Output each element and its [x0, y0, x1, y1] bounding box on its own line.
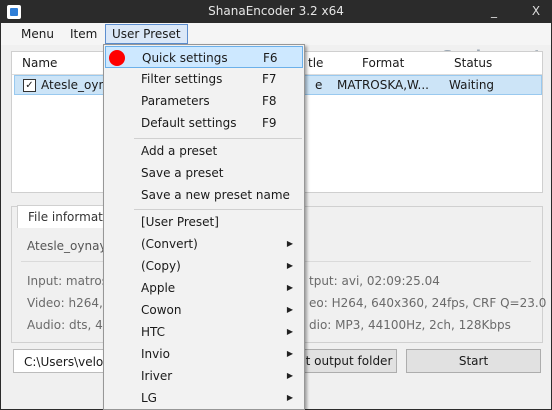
row-status: Waiting [449, 78, 495, 92]
close-button[interactable]: X [527, 3, 545, 19]
menu-convert[interactable]: (Convert) ▶ [105, 233, 303, 255]
menu-lg[interactable]: LG ▶ [105, 387, 303, 409]
menu-lg-label: LG [141, 391, 157, 405]
menu-separator [134, 138, 302, 139]
row-title: e [315, 78, 323, 92]
menu-apple-label: Apple [141, 281, 176, 295]
menu-filter-settings-label: Filter settings [141, 72, 223, 86]
menu-quick-settings[interactable]: Quick settings F6 [105, 46, 303, 68]
menu-default-settings[interactable]: Default settings F9 [105, 112, 303, 134]
submenu-arrow-icon: ▶ [286, 283, 293, 292]
menu-htc[interactable]: HTC ▶ [105, 321, 303, 343]
output-video-line: eo: H264, 640x360, 24fps, CRF Q=23.0 [309, 296, 547, 310]
submenu-arrow-icon: ▶ [286, 261, 293, 270]
output-line: tput: avi, 02:09:25.04 [309, 274, 440, 288]
menu-apple[interactable]: Apple ▶ [105, 277, 303, 299]
menu-save-preset-label: Save a preset [141, 166, 224, 180]
menu-menu[interactable]: Menu [15, 26, 60, 42]
column-name[interactable]: Name [22, 56, 57, 70]
menu-parameters[interactable]: Parameters F8 [105, 90, 303, 112]
submenu-arrow-icon: ▶ [286, 393, 293, 402]
menu-iriver-label: Iriver [141, 369, 173, 383]
column-title[interactable]: tle [308, 56, 323, 70]
user-preset-dropdown: Quick settings F6 Filter settings F7 Par… [103, 44, 305, 410]
submenu-arrow-icon: ▶ [286, 239, 293, 248]
menu-invio-label: Invio [141, 347, 170, 361]
menu-copy[interactable]: (Copy) ▶ [105, 255, 303, 277]
red-dot-marker [109, 50, 125, 66]
minimize-button[interactable]: _ [485, 3, 503, 19]
row-checkbox[interactable]: ✓ [23, 79, 36, 92]
menu-quick-settings-label: Quick settings [142, 51, 228, 65]
menu-parameters-shortcut: F8 [262, 94, 277, 108]
menu-parameters-label: Parameters [141, 94, 210, 108]
output-audio-line: dio: MP3, 44100Hz, 2ch, 128Kbps [309, 318, 511, 332]
menu-htc-label: HTC [141, 325, 166, 339]
menu-copy-label: (Copy) [141, 259, 181, 273]
menu-filter-settings-shortcut: F7 [262, 72, 277, 86]
menu-cowon[interactable]: Cowon ▶ [105, 299, 303, 321]
menu-save-new-preset-name-label: Save a new preset name [141, 188, 290, 202]
menu-convert-label: (Convert) [141, 237, 198, 251]
menu-user-preset-group-label: [User Preset] [141, 215, 219, 229]
menu-add-preset[interactable]: Add a preset [105, 140, 303, 162]
menu-filter-settings[interactable]: Filter settings F7 [105, 68, 303, 90]
submenu-arrow-icon: ▶ [286, 305, 293, 314]
menu-user-preset[interactable]: User Preset [105, 24, 188, 44]
menu-bar: Menu Item User Preset Sordum.net [1, 23, 551, 65]
row-format: MATROSKA,W... [337, 78, 429, 92]
column-status[interactable]: Status [454, 56, 492, 70]
menu-save-preset[interactable]: Save a preset [105, 162, 303, 184]
menu-separator [134, 209, 302, 210]
menu-iriver[interactable]: Iriver ▶ [105, 365, 303, 387]
menu-cowon-label: Cowon [141, 303, 182, 317]
menu-default-settings-label: Default settings [141, 116, 237, 130]
menu-user-preset-group[interactable]: [User Preset] [105, 211, 303, 233]
window-title: ShanaEncoder 3.2 x64 [208, 4, 344, 18]
menu-item[interactable]: Item [64, 26, 103, 42]
submenu-arrow-icon: ▶ [286, 371, 293, 380]
column-format[interactable]: Format [362, 56, 404, 70]
title-bar: ShanaEncoder 3.2 x64 _ X [1, 1, 551, 23]
start-button[interactable]: Start [406, 349, 541, 373]
menu-invio[interactable]: Invio ▶ [105, 343, 303, 365]
menu-save-new-preset-name[interactable]: Save a new preset name [105, 184, 303, 206]
select-output-folder-button[interactable]: t output folder [301, 349, 397, 373]
menu-quick-settings-shortcut: F6 [263, 51, 278, 65]
submenu-arrow-icon: ▶ [286, 349, 293, 358]
submenu-arrow-icon: ▶ [286, 327, 293, 336]
menu-add-preset-label: Add a preset [141, 144, 218, 158]
menu-default-settings-shortcut: F9 [262, 116, 277, 130]
